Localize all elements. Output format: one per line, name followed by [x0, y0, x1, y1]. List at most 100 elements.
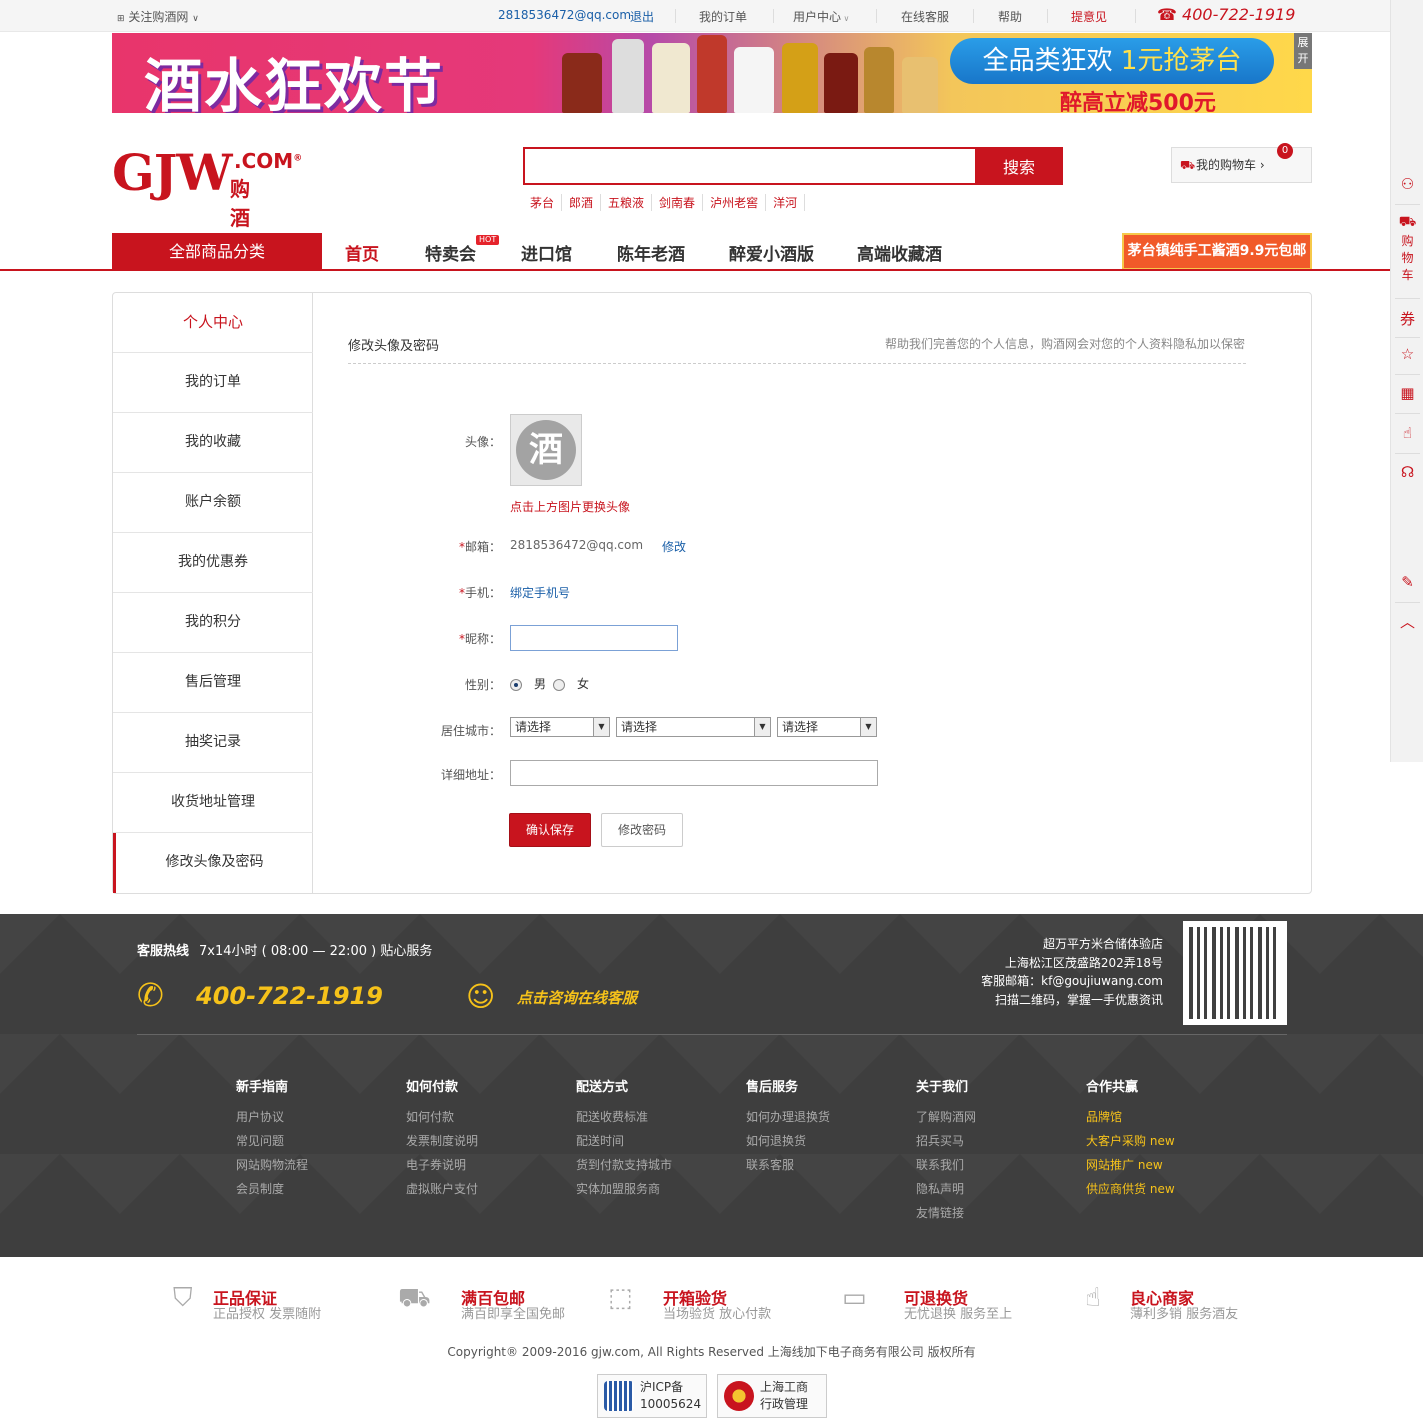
footer-link[interactable]: 货到付款支持城市	[576, 1153, 672, 1177]
avatar-image[interactable]: 酒	[510, 414, 582, 486]
district-select[interactable]: 请选择 ▼	[777, 717, 877, 737]
logout-link[interactable]: 退出	[630, 8, 654, 25]
divider	[1135, 9, 1136, 23]
footer-col-payment: 如何付款 如何付款 发票制度说明 电子券说明 虚拟账户支付	[406, 1076, 478, 1201]
hotword-link[interactable]: 五粮液	[601, 194, 653, 211]
divider	[1395, 298, 1420, 299]
search-input[interactable]	[525, 149, 975, 183]
footer-link[interactable]: 常见问题	[236, 1129, 308, 1153]
nav-import[interactable]: 进口馆	[521, 240, 572, 265]
footer-link[interactable]: 配送时间	[576, 1129, 672, 1153]
my-orders-link[interactable]: 我的订单	[699, 8, 747, 25]
online-service-link[interactable]: 点击咨询在线客服	[517, 987, 637, 1008]
sidebar-item-points[interactable]: 我的积分	[113, 593, 313, 653]
footer-link[interactable]: 发票制度说明	[406, 1129, 478, 1153]
footer-link[interactable]: 虚拟账户支付	[406, 1177, 478, 1201]
truck-icon: ⛟	[398, 1283, 431, 1313]
province-select[interactable]: 请选择 ▼	[510, 717, 610, 737]
sidebar-heading[interactable]: 个人中心	[113, 293, 313, 353]
back-to-top-icon[interactable]: ︿	[1391, 611, 1423, 632]
nav-home[interactable]: 首页	[345, 240, 379, 265]
sidebar-item-avatar-password[interactable]: 修改头像及密码	[113, 833, 313, 893]
footer-link[interactable]: 电子券说明	[406, 1153, 478, 1177]
footer-link[interactable]: 实体加盟服务商	[576, 1177, 672, 1201]
banner-expand-button[interactable]: 展开	[1294, 33, 1312, 69]
footer-link[interactable]: 联系客服	[746, 1153, 830, 1177]
guarantee-sub: 薄利多销 服务酒友	[1130, 1307, 1239, 1322]
edit-icon[interactable]: ✎	[1391, 573, 1423, 591]
promo-banner[interactable]: 酒水狂欢节 全品类狂欢 1元抢茅台 醉高立减500元 展开	[112, 33, 1312, 113]
business-cert-badge[interactable]: 上海工商 行政管理	[717, 1374, 827, 1418]
search-button[interactable]: 搜索	[975, 147, 1063, 185]
footer-col-after-sales: 售后服务 如何办理退换货 如何退换货 联系客服	[746, 1076, 830, 1177]
sidebar-item-after-sales[interactable]: 售后管理	[113, 653, 313, 713]
footer-link[interactable]: 联系我们	[916, 1153, 976, 1177]
footer-col-about: 关于我们 了解购酒网 招兵买马 联系我们 隐私声明 友情链接	[916, 1076, 976, 1225]
city-select[interactable]: 请选择 ▼	[616, 717, 771, 737]
cart-button[interactable]: ⛟ 我的购物车 › 0	[1171, 143, 1312, 183]
footer-link[interactable]: 网站购物流程	[236, 1153, 308, 1177]
hotword-link[interactable]: 泸州老窖	[703, 194, 767, 211]
site-logo[interactable]: GJW .COM® 购酒网	[112, 145, 302, 260]
save-button[interactable]: 确认保存	[509, 813, 591, 847]
star-icon[interactable]: ☆	[1391, 345, 1423, 363]
sidebar-item-coupons[interactable]: 我的优惠券	[113, 533, 313, 593]
hotword-link[interactable]: 茅台	[523, 194, 563, 211]
footer-link[interactable]: 供应商供货 new	[1086, 1177, 1175, 1201]
coupon-icon[interactable]: 券	[1391, 308, 1423, 329]
footer-link[interactable]: 如何付款	[406, 1105, 478, 1129]
nav-premium[interactable]: 高端收藏酒	[857, 240, 942, 265]
feedback-link[interactable]: 提意见	[1071, 8, 1107, 25]
sidebar-item-orders[interactable]: 我的订单	[113, 353, 313, 413]
footer-link[interactable]: 大客户采购 new	[1086, 1129, 1175, 1153]
user-email-link[interactable]: 2818536472@qq.com	[498, 8, 631, 22]
footer-link[interactable]: 了解购酒网	[916, 1105, 976, 1129]
footer-link[interactable]: 用户协议	[236, 1105, 308, 1129]
footer-link[interactable]: 如何退换货	[746, 1129, 830, 1153]
hotword-link[interactable]: 郎酒	[562, 194, 602, 211]
online-service-link[interactable]: 在线客服	[901, 8, 949, 25]
headset-icon[interactable]: ☊	[1391, 463, 1423, 481]
hotword-link[interactable]: 剑南春	[652, 194, 704, 211]
nickname-input[interactable]	[510, 625, 678, 651]
address-input[interactable]	[510, 760, 878, 786]
thumbs-up-icon[interactable]: ☝	[1391, 424, 1423, 442]
footer-link[interactable]: 品牌馆	[1086, 1105, 1175, 1129]
gender-female-radio[interactable]	[553, 679, 565, 691]
footer-col-partners: 合作共赢 品牌馆 大客户采购 new 网站推广 new 供应商供货 new	[1086, 1076, 1175, 1201]
hotword-link[interactable]: 洋河	[766, 194, 806, 211]
sidebar-item-lottery[interactable]: 抽奖记录	[113, 713, 313, 773]
bind-phone-link[interactable]: 绑定手机号	[510, 584, 570, 601]
sidebar-item-balance[interactable]: 账户余额	[113, 473, 313, 533]
user-center-link[interactable]: 用户中心 ∨	[793, 8, 849, 25]
icp-cert-badge[interactable]: 沪ICP备 10005624	[597, 1374, 707, 1418]
sidebar-cart-button[interactable]: ⛟ 购物车	[1391, 214, 1423, 284]
all-categories-button[interactable]: 全部商品分类	[112, 233, 322, 270]
sidebar-item-favorites[interactable]: 我的收藏	[113, 413, 313, 473]
footer-link[interactable]: 招兵买马	[916, 1129, 976, 1153]
footer-link[interactable]: 会员制度	[236, 1177, 308, 1201]
footer-link[interactable]: 如何办理退换货	[746, 1105, 830, 1129]
sidebar-item-addresses[interactable]: 收货地址管理	[113, 773, 313, 833]
footer-link[interactable]: 网站推广 new	[1086, 1153, 1175, 1177]
store-line: 客服邮箱：kf@goujiuwang.com	[981, 974, 1163, 988]
nav-aged-liquor[interactable]: 陈年老酒	[617, 240, 685, 265]
follow-link[interactable]: ⊞ 关注购酒网 ∨	[117, 8, 199, 25]
change-password-button[interactable]: 修改密码	[601, 813, 683, 847]
title-divider	[348, 363, 1246, 364]
footer-link[interactable]: 友情链接	[916, 1201, 976, 1225]
email-edit-link[interactable]: 修改	[662, 538, 686, 555]
nav-promo-banner[interactable]: 茅台镇纯手工酱酒9.9元包邮	[1122, 233, 1312, 270]
nav-flash-sale[interactable]: 特卖会	[425, 240, 476, 265]
help-link[interactable]: 帮助	[998, 8, 1022, 25]
nav-mini-bottles[interactable]: 醉爱小酒版	[729, 240, 814, 265]
footer-link[interactable]: 配送收费标准	[576, 1105, 672, 1129]
cert-line: 10005624	[640, 1397, 702, 1411]
bottles-image	[552, 33, 942, 113]
footer-link[interactable]: 隐私声明	[916, 1177, 976, 1201]
qrcode-icon[interactable]: ▦	[1391, 384, 1423, 402]
user-icon[interactable]: ⚇	[1391, 175, 1423, 193]
avatar-change-link[interactable]: 点击上方图片更换头像	[510, 498, 630, 515]
gender-male-radio[interactable]	[510, 679, 522, 691]
footer-col-heading: 关于我们	[916, 1080, 969, 1095]
